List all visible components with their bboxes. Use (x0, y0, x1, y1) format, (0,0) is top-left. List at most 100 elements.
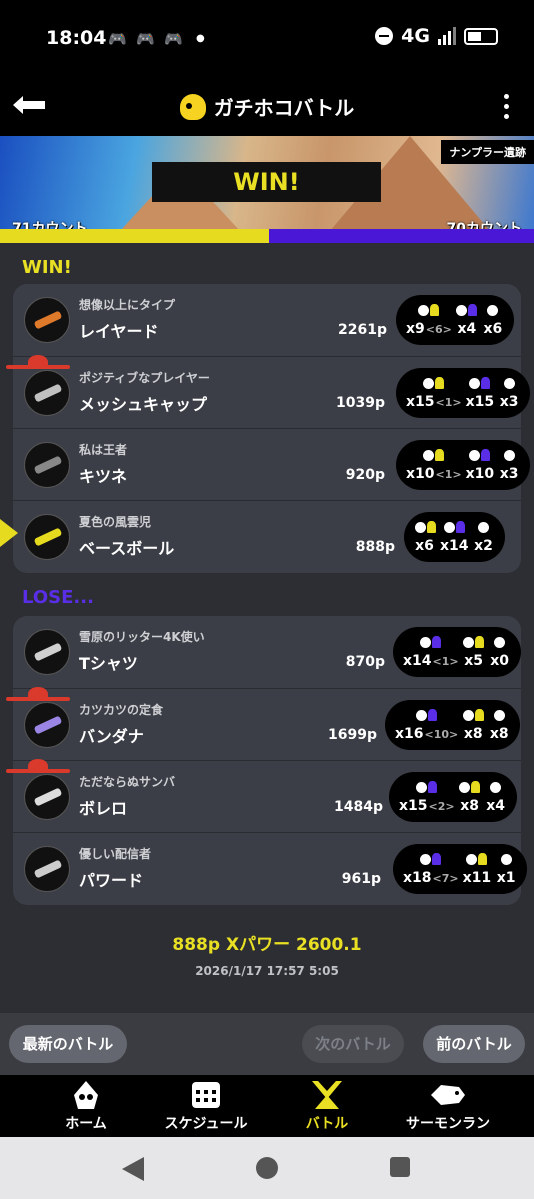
discord-icon: 🎮 (136, 30, 155, 48)
player-row[interactable]: 雪原のリッター4K使い Tシャツ 870p x14<1> x5 x0 (13, 616, 521, 688)
special-count: x2 (474, 538, 493, 554)
prev-battle-button[interactable]: 前のバトル (423, 1025, 525, 1063)
weapon-icon (24, 629, 70, 675)
death-count: x4 (457, 321, 477, 337)
death-count: x8 (463, 726, 483, 742)
player-name: ベースボール (79, 539, 175, 558)
special-stat: x0 (489, 633, 511, 669)
player-title: 想像以上にタイプ (79, 298, 176, 312)
system-nav-bar (0, 1137, 534, 1199)
nav-home-icon[interactable] (256, 1157, 278, 1179)
special-stat: x1 (495, 850, 517, 886)
death-count: x14 (440, 538, 469, 554)
player-name: メッシュキャップ (79, 395, 208, 414)
splat-icon (414, 518, 436, 536)
player-row[interactable]: 優しい配信者 パワード 961p x18<7> x11 x1 (13, 832, 528, 904)
death-stat: x8 (462, 706, 484, 742)
assist-count: <1> (435, 396, 462, 409)
kda-stats: x6 x14 x2 (404, 512, 505, 562)
splat-icon (416, 706, 438, 724)
player-row[interactable]: 想像以上にタイプ レイヤード 2261p x9<6> x4 x6 (13, 284, 521, 356)
splat-icon (416, 778, 438, 796)
death-stat: x5 (463, 633, 485, 669)
weapon-icon (24, 370, 70, 416)
special-stat: x3 (498, 374, 520, 410)
player-row[interactable]: 私は王者 キツネ 920p x10<1> x10 x3 (13, 428, 531, 500)
nav-recents-icon[interactable] (390, 1157, 410, 1177)
special-count: x4 (486, 798, 505, 814)
tab-bar: ホーム スケジュール バトル サーモンラン (0, 1075, 534, 1137)
battle-banner: ナンプラー遺跡 WIN! 71カウント 70カウント (0, 136, 534, 243)
weapon-shape (33, 310, 63, 330)
self-marker-icon (0, 519, 18, 547)
tab-home[interactable]: ホーム (26, 1081, 146, 1133)
network-label: 4G (401, 25, 430, 47)
turf-points: 888p (355, 539, 395, 555)
assist-count: <7> (432, 872, 459, 885)
player-title: カツカツの定食 (79, 703, 164, 717)
player-row[interactable]: カツカツの定食 バンダナ 1699p x16<10> x8 x8 (6, 687, 521, 760)
splatted-icon (443, 518, 465, 536)
death-stat: x14 (440, 518, 469, 554)
turf-points: 870p (345, 654, 385, 670)
kill-stat: x10<1> (406, 446, 462, 482)
player-title: 優しい配信者 (79, 847, 152, 861)
alpha-score-bar (0, 229, 269, 243)
tab-home-label: ホーム (65, 1116, 107, 1132)
weapon-icon (24, 702, 70, 748)
special-stat: x3 (498, 446, 520, 482)
result-label: WIN! (152, 162, 381, 202)
tab-schedule[interactable]: スケジュール (146, 1081, 266, 1133)
kill-stat: x16<10> (395, 706, 458, 742)
latest-battle-button[interactable]: 最新のバトル (9, 1025, 127, 1063)
kill-count: x16 (395, 726, 424, 742)
assist-count: <10> (424, 728, 459, 741)
more-menu-icon[interactable] (504, 94, 510, 119)
special-count: x3 (499, 466, 519, 482)
kill-count: x18 (403, 870, 432, 886)
player-title: 夏色の風雲児 (79, 515, 152, 529)
assist-count: <1> (435, 468, 462, 481)
dot-icon: ● (196, 33, 205, 44)
splatted-icon (462, 706, 484, 724)
next-battle-button[interactable]: 次のバトル (302, 1025, 404, 1063)
kill-stat: x15<2> (399, 778, 455, 814)
tab-salmon-run[interactable]: サーモンラン (388, 1081, 508, 1133)
status-bar: 18:04 🎮 🎮 🎮 ● 4G (0, 0, 534, 76)
signal-icon (438, 27, 456, 45)
turf-points: 961p (341, 871, 381, 887)
kill-stat: x14<1> (403, 633, 459, 669)
player-name: キツネ (79, 467, 128, 486)
kill-stat: x6 (414, 518, 436, 554)
player-row[interactable]: 夏色の風雲児ベースボール 888p x6 x14 x2 (0, 500, 521, 572)
player-title: ポジティブなプレイヤー (79, 371, 210, 385)
splatted-icon (463, 633, 485, 651)
my-result-summary: 888p Xパワー 2600.1 (172, 935, 362, 955)
death-count: x10 (465, 466, 495, 482)
weapon-icon (24, 442, 70, 488)
special-count: x6 (483, 321, 503, 337)
splatted-icon (459, 778, 481, 796)
tab-battle[interactable]: バトル (267, 1081, 387, 1133)
nav-back-icon[interactable] (122, 1157, 144, 1181)
death-count: x8 (460, 798, 479, 814)
player-row[interactable]: ただならぬサンバ ボレロ 1484p x15<2> x8 x4 (6, 759, 521, 832)
turf-points: 920p (345, 467, 385, 483)
kda-stats: x14<1> x5 x0 (393, 627, 521, 677)
kill-stat: x18<7> (403, 850, 459, 886)
salmon-icon (431, 1085, 465, 1105)
weapon-shape (33, 787, 63, 807)
special-weapon-icon (490, 778, 502, 796)
special-weapon-icon (494, 633, 506, 651)
player-row[interactable]: ポジティブなプレイヤー メッシュキャップ 1039p x15<1> x15 x3 (6, 355, 531, 428)
splat-icon (423, 446, 445, 464)
weapon-shape (33, 527, 63, 547)
special-weapon-icon (503, 374, 515, 392)
turf-points: 2261p (338, 322, 387, 338)
special-count: x0 (490, 653, 509, 669)
weapon-shape (33, 383, 63, 403)
player-title: 雪原のリッター4K使い (79, 630, 205, 644)
player-title: ただならぬサンバ (79, 775, 176, 789)
death-count: x15 (465, 394, 495, 410)
weapon-shape (33, 715, 63, 735)
